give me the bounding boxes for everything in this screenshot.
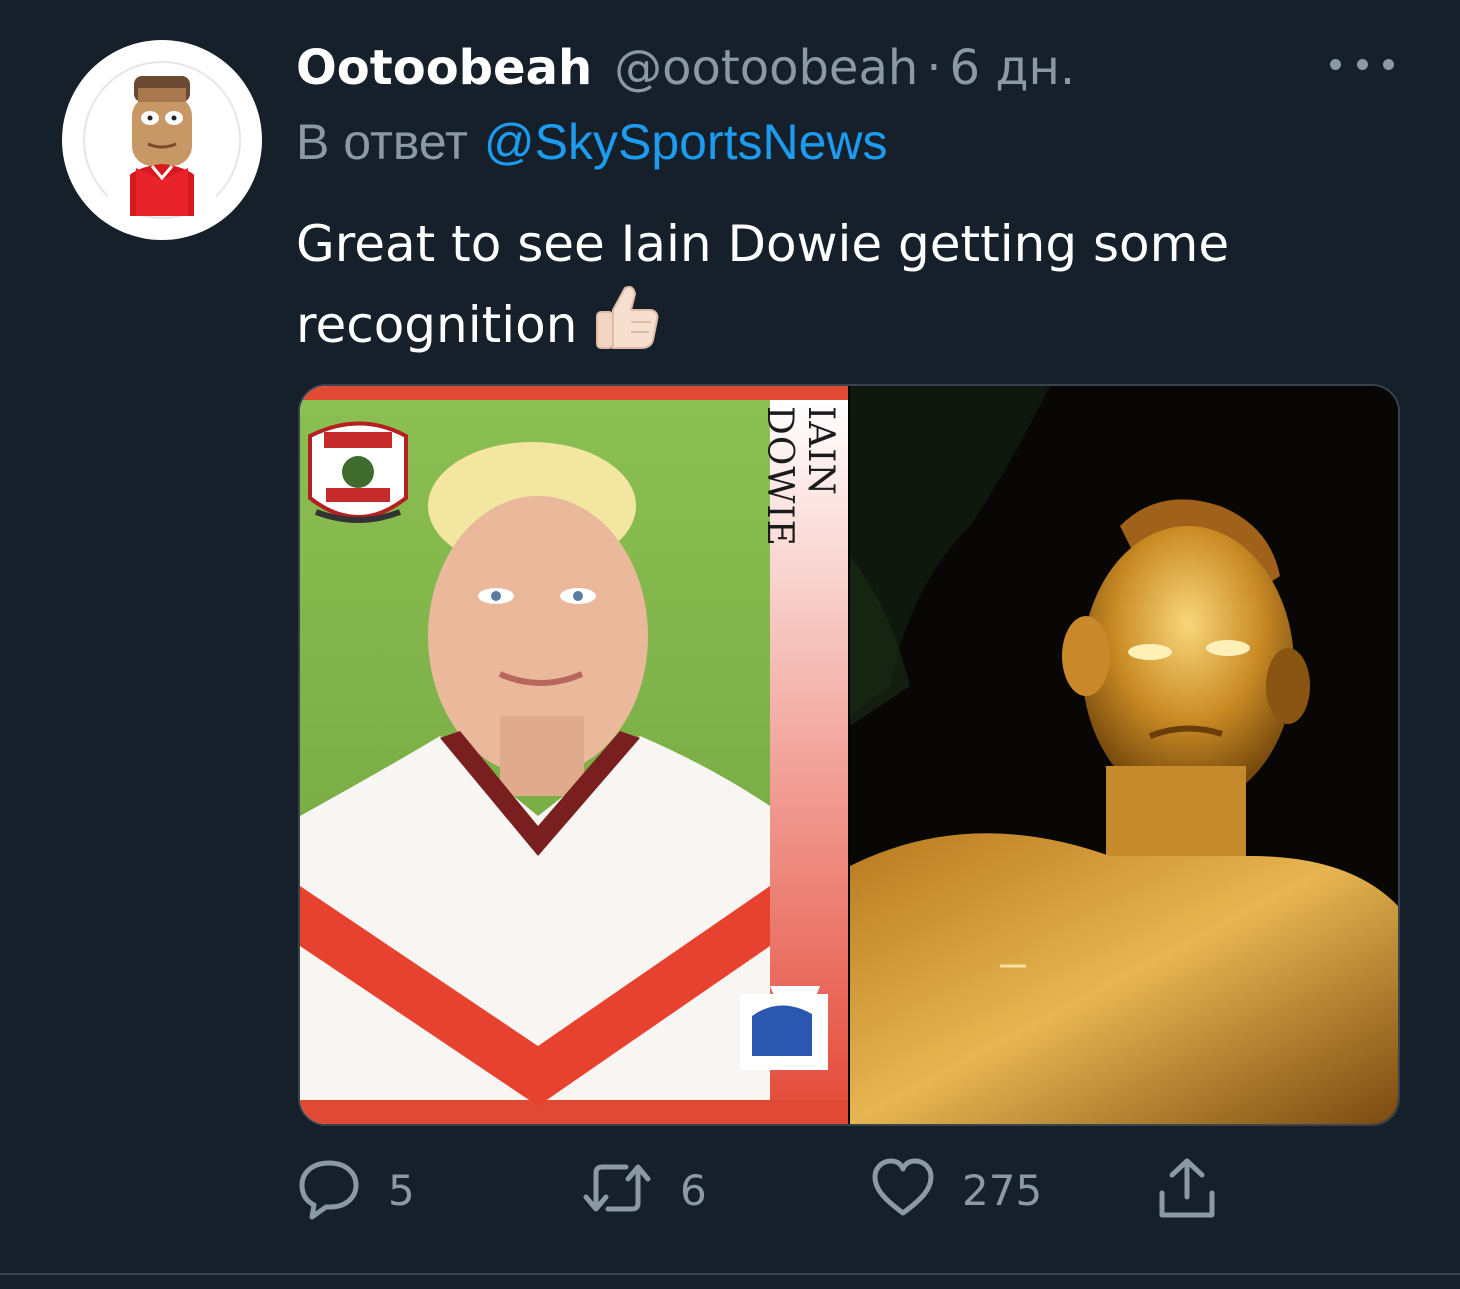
tweet-header: Ootoobeah @ootoobeah · 6 дн. xyxy=(296,38,1075,98)
tweet-text: Great to see Iain Dowie getting some rec… xyxy=(296,206,1346,373)
tweet-media[interactable]: IAIN DOWIE xyxy=(298,384,1400,1126)
heart-icon xyxy=(870,1155,936,1225)
timestamp[interactable]: 6 дн. xyxy=(950,40,1076,96)
tweet-divider xyxy=(0,1273,1460,1275)
reply-icon xyxy=(296,1155,362,1225)
like-count: 275 xyxy=(962,1165,1043,1215)
reply-mention-link[interactable]: @SkySportsNews xyxy=(484,113,888,171)
like-button[interactable]: 275 xyxy=(870,1150,1042,1230)
reply-prefix: В ответ xyxy=(296,114,468,170)
separator-dot: · xyxy=(926,40,942,96)
tweet-text-content: Great to see Iain Dowie getting some rec… xyxy=(296,215,1230,354)
retweet-button[interactable]: 6 xyxy=(580,1150,707,1230)
statue-image[interactable] xyxy=(850,386,1398,1124)
tweet-actions: 5 6 275 xyxy=(296,1150,1396,1230)
avatar[interactable] xyxy=(62,40,262,240)
retweet-count: 6 xyxy=(680,1165,707,1215)
reply-count: 5 xyxy=(388,1165,415,1215)
retweet-icon xyxy=(580,1155,654,1225)
more-icon[interactable] xyxy=(1330,46,1394,82)
display-name[interactable]: Ootoobeah xyxy=(296,40,592,96)
thumbs-up-emoji-icon xyxy=(591,282,659,373)
user-handle[interactable]: @ootoobeah xyxy=(614,40,918,96)
sticker-card-image[interactable]: IAIN DOWIE xyxy=(300,386,848,1124)
reply-button[interactable]: 5 xyxy=(296,1150,415,1230)
share-icon xyxy=(1154,1153,1220,1227)
tweet[interactable]: Ootoobeah @ootoobeah · 6 дн. В ответ @Sk… xyxy=(0,0,1460,1289)
avatar-image xyxy=(83,61,241,219)
statue-graphic xyxy=(850,386,1398,1124)
reply-context: В ответ @SkySportsNews xyxy=(296,112,888,172)
sticker-card-name: IAIN DOWIE xyxy=(759,406,841,547)
share-button[interactable] xyxy=(1154,1150,1220,1230)
